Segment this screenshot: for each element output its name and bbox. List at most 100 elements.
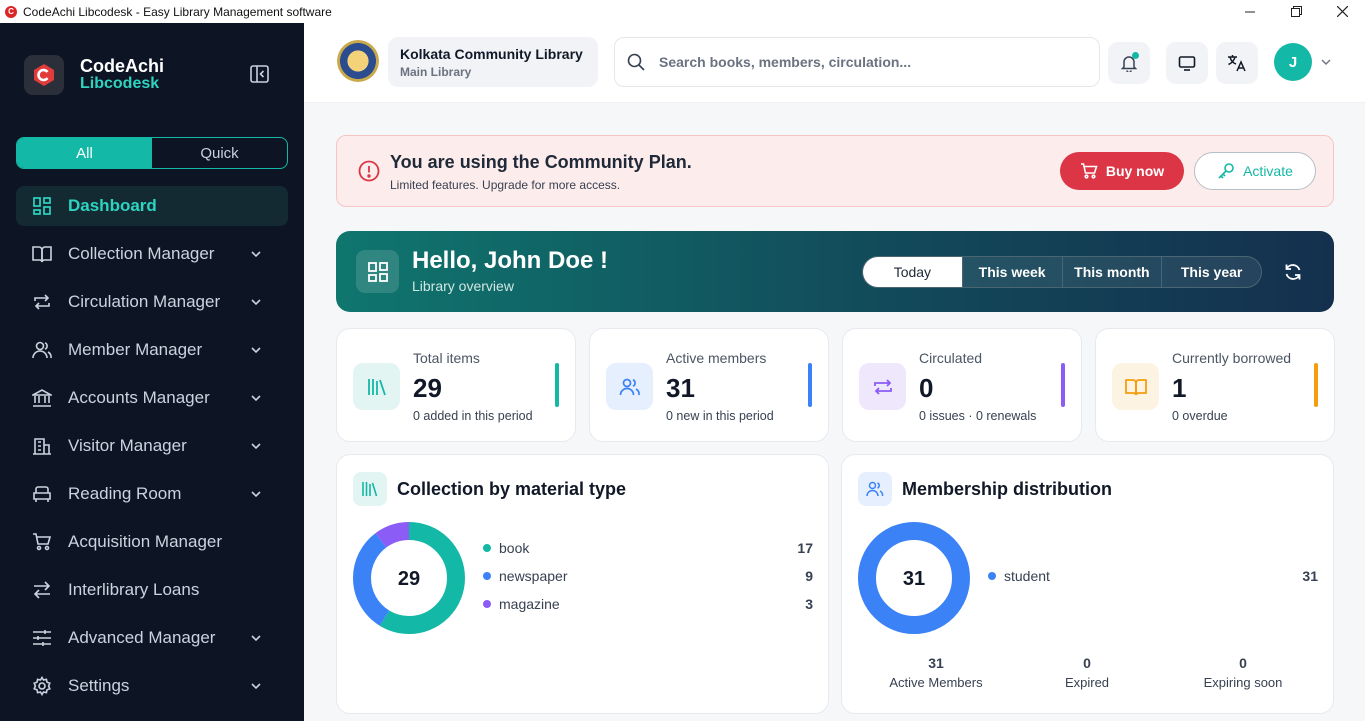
stat-subtext: 0 overdue <box>1172 409 1228 423</box>
window-titlebar: C CodeAchi Libcodesk - Easy Library Mana… <box>0 0 1365 23</box>
user-avatar[interactable]: J <box>1274 43 1312 81</box>
chevron-down-icon <box>251 251 261 258</box>
stat-label: Active members <box>666 350 767 366</box>
cart-icon <box>32 532 52 552</box>
sidebar-item-interlibrary-loans[interactable]: Interlibrary Loans <box>16 570 288 610</box>
library-branch: Main Library <box>400 65 472 79</box>
minimize-button[interactable] <box>1227 0 1273 23</box>
display-button[interactable] <box>1166 42 1208 84</box>
membership-active: 31 Active Members <box>871 655 1001 690</box>
monitor-icon <box>1178 56 1196 71</box>
dashboard-icon <box>32 196 52 216</box>
stat-subtext: 0 issues · 0 renewals <box>919 409 1037 423</box>
sidebar-item-label: Reading Room <box>68 484 182 503</box>
cart-icon <box>1080 163 1098 179</box>
sidebar-item-reading-room[interactable]: Reading Room <box>16 474 288 514</box>
repeat-icon <box>32 292 52 312</box>
language-button[interactable] <box>1216 42 1258 84</box>
toggle-all[interactable]: All <box>17 138 152 168</box>
stat-accent-bar <box>1061 363 1065 407</box>
sidebar-item-acquisition-manager[interactable]: Acquisition Manager <box>16 522 288 562</box>
membership-donut-chart: 31 <box>858 522 970 634</box>
legend-value: 17 <box>797 540 813 556</box>
sidebar-item-visitor-manager[interactable]: Visitor Manager <box>16 426 288 466</box>
chevron-down-icon[interactable] <box>1320 57 1332 67</box>
buy-now-label: Buy now <box>1105 163 1165 179</box>
period-this-week[interactable]: This week <box>961 257 1062 287</box>
period-this-month[interactable]: This month <box>1061 257 1162 287</box>
membership-total: 31 <box>903 568 925 590</box>
stat-label: Circulated <box>919 350 983 366</box>
legend-dot <box>988 572 996 580</box>
membership-expiring-soon: 0 Expiring soon <box>1178 655 1308 690</box>
sidebar-item-label: Accounts Manager <box>68 388 210 407</box>
gear-icon <box>32 676 52 696</box>
period-this-year[interactable]: This year <box>1161 257 1261 287</box>
membership-stat-label: Expiring soon <box>1203 675 1283 690</box>
legend-value: 3 <box>805 596 813 612</box>
window-controls <box>1227 0 1365 23</box>
stat-value: 0 <box>919 373 934 403</box>
brand-logo-icon <box>24 55 64 95</box>
buy-now-button[interactable]: Buy now <box>1060 152 1184 190</box>
sidebar-item-accounts-manager[interactable]: Accounts Manager <box>16 378 288 418</box>
greeting: Hello, John Doe ! <box>412 247 609 274</box>
sidebar-item-collection-manager[interactable]: Collection Manager <box>16 234 288 274</box>
chevron-down-icon <box>251 683 261 690</box>
collapse-sidebar-button[interactable] <box>250 65 270 83</box>
sidebar-nav: Dashboard Collection Manager Circulation… <box>16 186 288 714</box>
notification-dot <box>1132 52 1139 59</box>
sidebar-item-label: Collection Manager <box>68 244 215 263</box>
membership-stat-value: 31 <box>928 655 944 671</box>
overview-subtitle: Library overview <box>412 278 514 294</box>
refresh-icon[interactable] <box>1283 262 1303 282</box>
library-selector[interactable]: Kolkata Community Library Main Library <box>388 37 598 87</box>
activate-button[interactable]: Activate <box>1194 152 1316 190</box>
legend-value: 9 <box>805 568 813 584</box>
app-icon: C <box>5 5 17 18</box>
sidebar-item-label: Circulation Manager <box>68 292 221 311</box>
users-icon <box>606 363 653 410</box>
sidebar-item-dashboard[interactable]: Dashboard <box>16 186 288 226</box>
period-today[interactable]: Today <box>863 257 962 287</box>
stat-label: Total items <box>413 350 480 366</box>
close-window-button[interactable] <box>1319 0 1365 23</box>
stat-accent-bar <box>1314 363 1318 407</box>
dashboard-icon <box>356 250 399 293</box>
notifications-button[interactable] <box>1108 42 1150 84</box>
translate-icon <box>1228 55 1246 72</box>
plan-subtitle: Limited features. Upgrade for more acces… <box>390 178 621 192</box>
sidebar-item-advanced-manager[interactable]: Advanced Manager <box>16 618 288 658</box>
legend-value: 31 <box>1302 568 1318 584</box>
brand-name: CodeAchi <box>80 56 165 76</box>
chevron-down-icon <box>251 395 261 402</box>
sidebar-item-settings[interactable]: Settings <box>16 666 288 706</box>
collection-card: Collection by material type 29 book 17 n… <box>336 454 829 714</box>
library-name: Kolkata Community Library <box>400 46 583 62</box>
membership-stat-label: Active Members <box>889 675 983 690</box>
sidebar-item-label: Settings <box>68 676 130 695</box>
legend-label: student <box>1004 568 1050 584</box>
sidebar-item-label: Interlibrary Loans <box>68 580 200 599</box>
legend-item-book: book 17 <box>483 538 813 558</box>
sidebar-item-label: Dashboard <box>68 196 157 215</box>
menu-mode-toggle: All Quick <box>16 137 288 169</box>
legend-item-magazine: magazine 3 <box>483 594 813 614</box>
search-input[interactable] <box>659 54 1079 70</box>
stat-accent-bar <box>555 363 559 407</box>
close-icon <box>1336 6 1348 17</box>
toggle-quick[interactable]: Quick <box>152 138 287 168</box>
membership-expired: 0 Expired <box>1022 655 1152 690</box>
search-box <box>614 37 1100 87</box>
sidebar-item-circulation-manager[interactable]: Circulation Manager <box>16 282 288 322</box>
plan-title: You are using the Community Plan. <box>390 152 692 172</box>
overview-banner: Hello, John Doe ! Library overview Today… <box>336 231 1334 312</box>
restore-button[interactable] <box>1273 0 1319 23</box>
key-icon <box>1218 163 1234 179</box>
stat-card-currently-borrowed: Currently borrowed 1 0 overdue <box>1095 328 1335 442</box>
sidebar-item-label: Visitor Manager <box>68 436 187 455</box>
brand-product: Libcodesk <box>80 75 160 92</box>
sidebar-item-member-manager[interactable]: Member Manager <box>16 330 288 370</box>
stat-value: 1 <box>1172 373 1187 403</box>
alert-circle-icon <box>358 160 380 182</box>
